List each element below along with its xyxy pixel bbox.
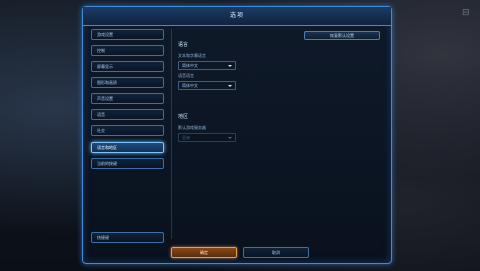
region-value: 亚洲 xyxy=(182,135,190,140)
voice-language-value: 简体中文 xyxy=(182,83,198,88)
voice-language-label: 语音语言 xyxy=(178,73,194,78)
dialog-title: 选项 xyxy=(83,7,391,26)
chevron-down-icon xyxy=(228,85,232,87)
sidebar-item-controls[interactable]: 控制 xyxy=(91,45,164,56)
region-dropdown: 亚洲 xyxy=(178,133,236,142)
text-language-label: 文本和字幕语言 xyxy=(178,53,206,58)
sidebar-item-hotkeys-current[interactable]: 当前的按键 xyxy=(91,158,164,169)
region-heading: 地区 xyxy=(178,114,189,120)
text-language-value: 简体中文 xyxy=(182,63,198,68)
options-sidebar: 游戏设置 控制 屏幕显示 图形和画质 声音设置 语音 社交 语言和地区 当前的按… xyxy=(91,29,166,259)
reset-defaults-button[interactable]: 恢复默认设置 xyxy=(304,31,380,40)
region-label: 默认游戏服务器 xyxy=(178,125,206,130)
cancel-button[interactable]: 取消 xyxy=(243,247,309,258)
sidebar-item-game[interactable]: 游戏设置 xyxy=(91,29,164,40)
language-heading: 语言 xyxy=(178,42,189,48)
window-controls-icon: ⊟ xyxy=(462,8,470,18)
options-dialog: 选项 游戏设置 控制 屏幕显示 图形和画质 声音设置 语音 社交 语言和地区 当… xyxy=(82,6,392,264)
sidebar-item-hotkeys[interactable]: 快捷键 xyxy=(91,232,164,243)
sidebar-item-sound[interactable]: 声音设置 xyxy=(91,93,164,104)
text-language-dropdown[interactable]: 简体中文 xyxy=(178,61,236,70)
voice-language-dropdown[interactable]: 简体中文 xyxy=(178,81,236,90)
sidebar-item-language[interactable]: 语言和地区 xyxy=(91,142,164,153)
sidebar-item-display[interactable]: 屏幕显示 xyxy=(91,61,164,72)
sidebar-item-graphics[interactable]: 图形和画质 xyxy=(91,77,164,88)
sidebar-item-voice[interactable]: 语音 xyxy=(91,109,164,120)
chevron-down-icon xyxy=(228,137,232,139)
options-content: 恢复默认设置 语言 文本和字幕语言 简体中文 语音语言 简体中文 地区 默认游戏… xyxy=(171,29,386,239)
sidebar-item-social[interactable]: 社交 xyxy=(91,125,164,136)
chevron-down-icon xyxy=(228,65,232,67)
ok-button[interactable]: 确定 xyxy=(171,247,237,258)
